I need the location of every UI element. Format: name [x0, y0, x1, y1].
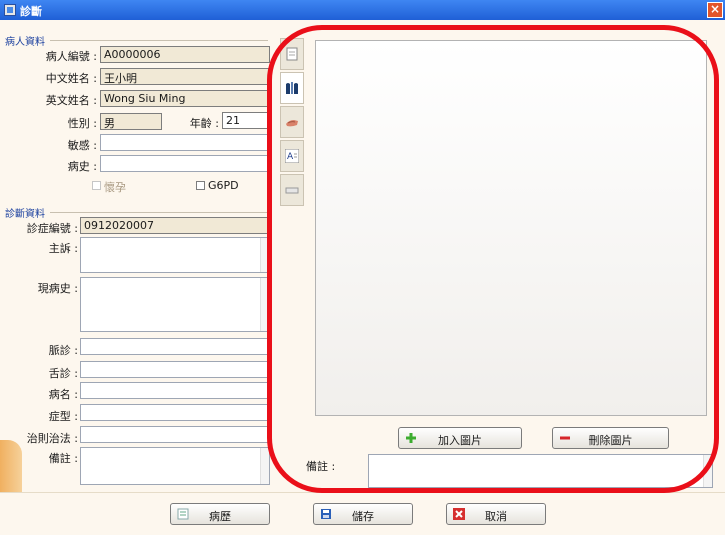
age-label: 年齡 : [189, 117, 219, 130]
pulse-field[interactable] [80, 338, 270, 355]
g6pd-label: G6PD [208, 179, 239, 192]
keyboard-icon [285, 187, 299, 194]
pregnant-checkbox[interactable] [92, 181, 101, 190]
close-button[interactable]: × [707, 2, 723, 18]
complaint-textarea[interactable] [80, 237, 270, 273]
disease-label: 病名 : [48, 388, 78, 401]
medical-record-button[interactable]: 病歷 [170, 503, 270, 525]
pulse-label: 脈診 : [48, 344, 78, 357]
delete-image-button[interactable]: 刪除圖片 [552, 427, 669, 449]
treatment-label: 治則治法 : [26, 432, 78, 445]
chest-xray-icon [285, 81, 299, 95]
image-display-area[interactable] [315, 40, 707, 416]
scrollbar[interactable] [260, 278, 269, 331]
scrollbar[interactable] [260, 448, 269, 484]
chinese-name-field[interactable]: 王小明 [100, 68, 270, 85]
sex-label: 性別 : [67, 117, 97, 130]
add-image-label: 加入圖片 [438, 434, 482, 447]
save-button[interactable]: 儲存 [313, 503, 413, 525]
english-name-field[interactable]: Wong Siu Ming [100, 90, 270, 107]
scrollbar[interactable] [260, 238, 269, 272]
age-field[interactable]: 21 [222, 112, 270, 129]
chinese-name-label: 中文姓名 : [45, 72, 97, 85]
window-title: 診斷 [20, 5, 42, 18]
tab-text[interactable]: A [280, 140, 304, 172]
medical-record-label: 病歷 [209, 510, 231, 523]
text-icon: A [285, 149, 299, 163]
diagnosis-group-divider [50, 212, 268, 213]
diagnosis-no-label: 診症編號 : [26, 222, 78, 235]
title-bar: 診斷 × [0, 0, 725, 20]
sex-field[interactable]: 男 [100, 113, 162, 130]
document-icon [286, 47, 298, 61]
diagnosis-window: 診斷 × 病人資料 病人編號 : A0000006 中文姓名 : 王小明 英文姓… [0, 0, 725, 535]
tab-hand[interactable] [280, 106, 304, 138]
medical-history-field[interactable] [100, 155, 270, 172]
allergy-label: 敏感 : [67, 139, 97, 152]
patient-group-title: 病人資料 [5, 37, 45, 48]
image-category-tabs: A [280, 38, 306, 238]
save-label: 儲存 [352, 510, 374, 523]
add-image-button[interactable]: 加入圖片 [398, 427, 522, 449]
patient-id-label: 病人編號 : [45, 50, 97, 63]
svg-text:A: A [287, 152, 294, 162]
tab-chest-xray[interactable] [280, 72, 304, 104]
bottom-bar: 病歷 儲存 取消 [0, 492, 725, 535]
left-panel: 病人資料 病人編號 : A0000006 中文姓名 : 王小明 英文姓名 : W… [0, 20, 270, 515]
complaint-label: 主訴 : [48, 242, 78, 255]
image-remark-textarea[interactable] [368, 454, 713, 488]
patient-group-divider [50, 40, 268, 41]
english-name-label: 英文姓名 : [45, 94, 97, 107]
diagnosis-remark-textarea[interactable] [80, 447, 270, 485]
scrollbar[interactable] [703, 455, 712, 487]
treatment-field[interactable] [80, 426, 270, 443]
disease-field[interactable] [80, 382, 270, 399]
hand-icon [286, 120, 298, 127]
image-remark-label: 備註 : [306, 460, 336, 473]
syndrome-label: 症型 : [48, 410, 78, 423]
tongue-field[interactable] [80, 361, 270, 378]
diagnosis-no-field[interactable]: 0912020007 [80, 217, 270, 234]
present-illness-textarea[interactable] [80, 277, 270, 332]
history-label: 病史 : [67, 160, 97, 173]
syndrome-field[interactable] [80, 404, 270, 421]
tab-document[interactable] [280, 38, 304, 70]
present-illness-label: 現病史 : [37, 282, 78, 295]
allergy-field[interactable] [100, 134, 270, 151]
g6pd-checkbox[interactable] [196, 181, 205, 190]
diagnosis-remark-label: 備註 : [48, 452, 78, 465]
cancel-label: 取消 [485, 510, 507, 523]
diagnosis-group-title: 診斷資料 [5, 209, 45, 220]
tongue-label: 舌診 : [48, 367, 78, 380]
delete-image-label: 刪除圖片 [588, 434, 633, 447]
tab-keyboard[interactable] [280, 174, 304, 206]
patient-id-field[interactable]: A0000006 [100, 46, 270, 63]
app-icon [4, 4, 16, 16]
pregnant-label: 懷孕 [104, 181, 126, 194]
cancel-button[interactable]: 取消 [446, 503, 546, 525]
